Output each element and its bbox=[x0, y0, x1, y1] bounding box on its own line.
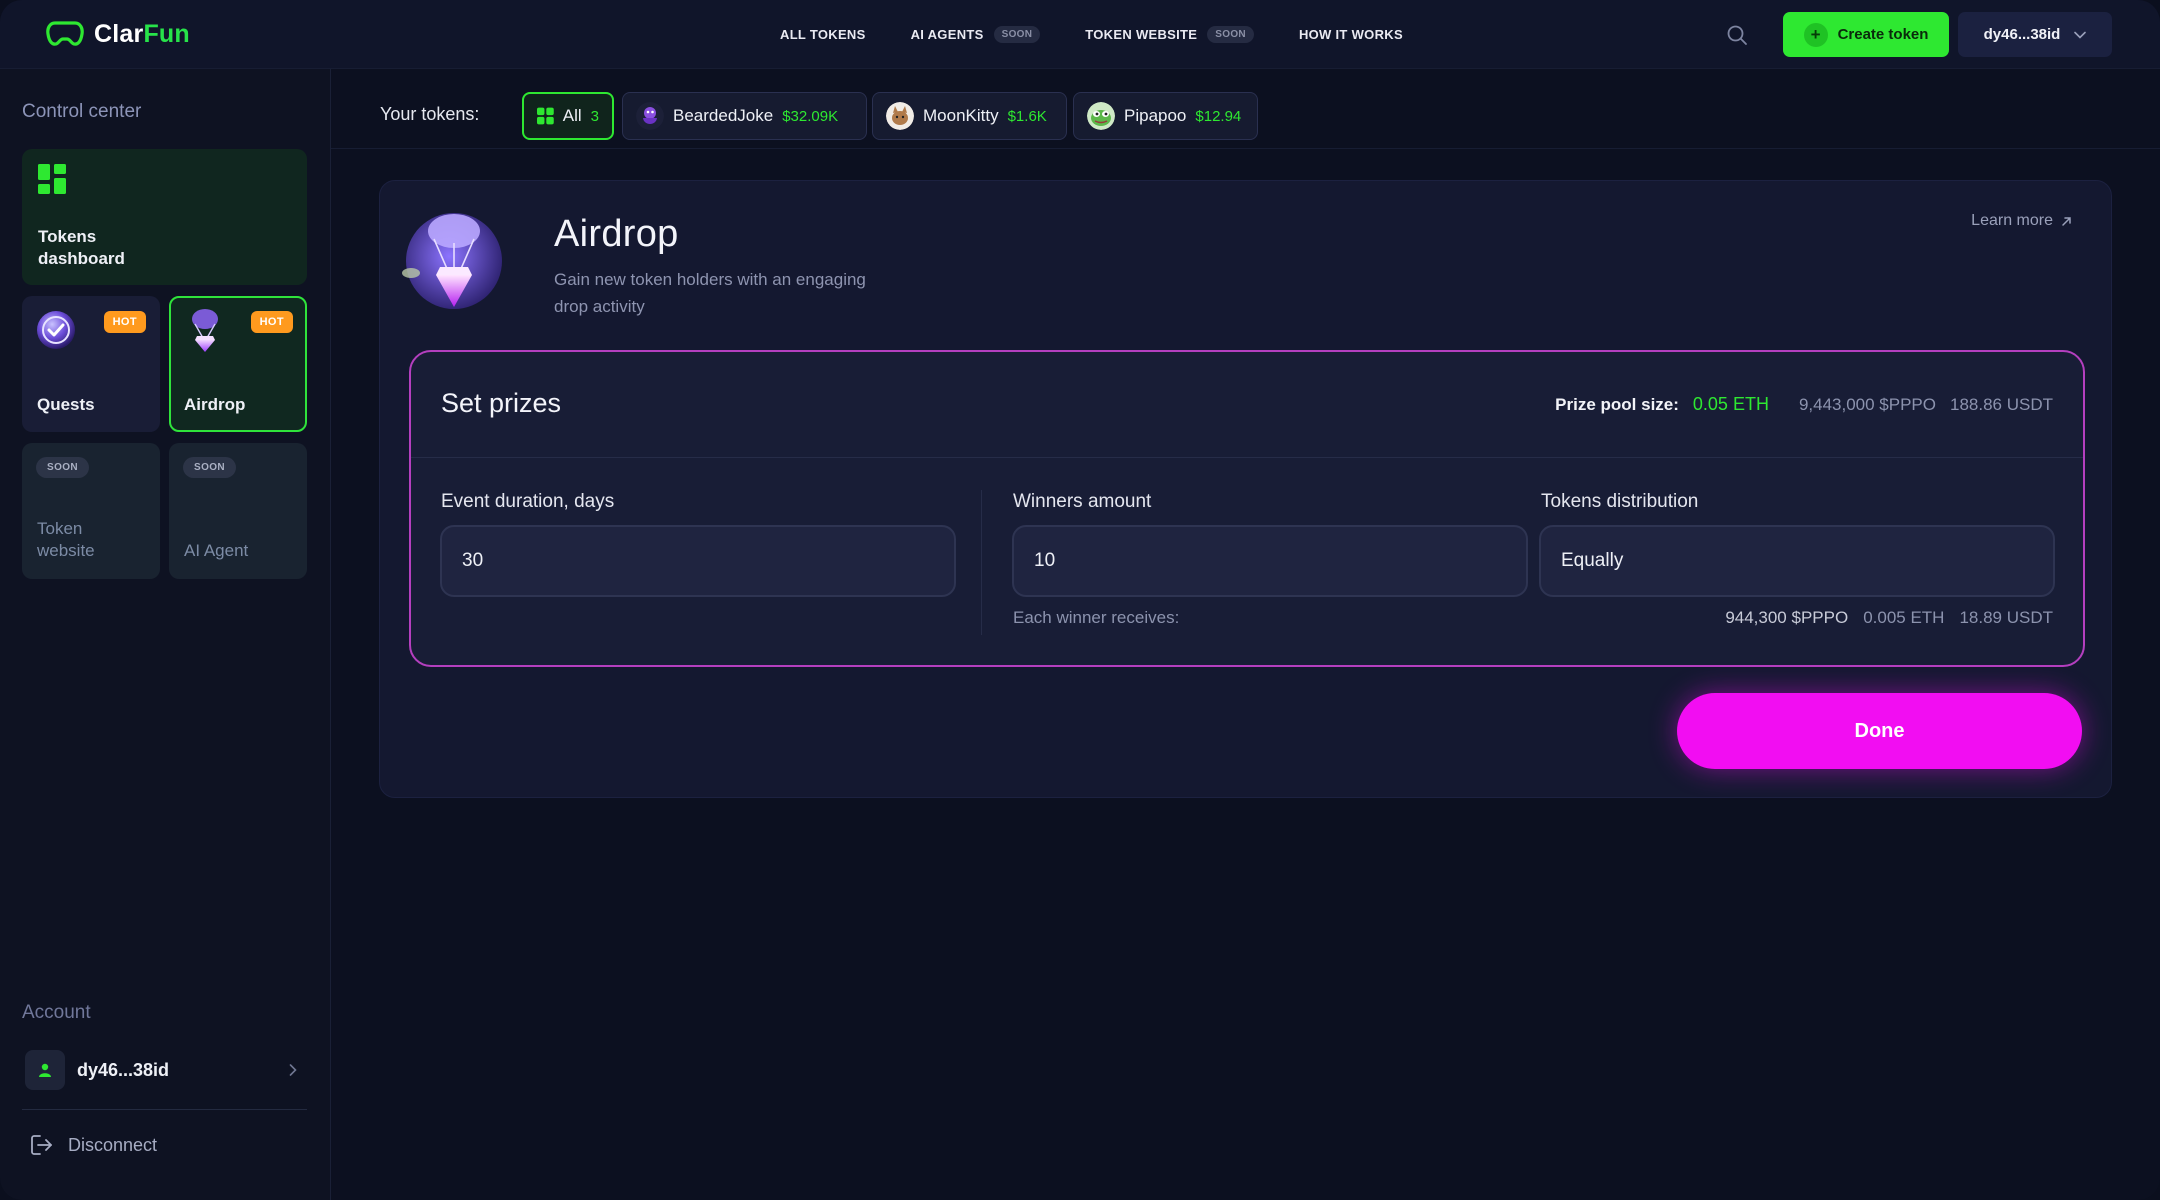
wallet-address: dy46...38id bbox=[1983, 26, 2061, 43]
hot-badge: HOT bbox=[103, 311, 146, 333]
prizes-title: Set prizes bbox=[441, 388, 562, 418]
nav-all-tokens[interactable]: ALL TOKENS bbox=[780, 27, 866, 42]
tokens-label: Your tokens: bbox=[380, 104, 480, 124]
chip-value: $12.94 bbox=[1195, 107, 1242, 125]
sidebar-card-quests[interactable]: HOT Quests bbox=[22, 296, 160, 432]
card-label: Quests bbox=[37, 395, 95, 414]
soon-badge: SOON bbox=[993, 26, 1041, 43]
quest-medal-icon bbox=[37, 311, 75, 349]
card-label: Airdrop bbox=[184, 395, 246, 414]
each-winner-label: Each winner receives: bbox=[1013, 608, 1180, 627]
prize-pool-summary: Prize pool size: 0.05 ETH 9,443,000 $PPP… bbox=[1555, 394, 2053, 415]
tokens-bar: Your tokens: All 3 BeardedJoke $32.09K M… bbox=[331, 69, 2160, 149]
chip-count: 3 bbox=[590, 107, 599, 125]
user-icon bbox=[39, 1063, 51, 1077]
hot-badge: HOT bbox=[250, 311, 293, 333]
chevron-right-icon bbox=[289, 1064, 297, 1076]
learn-more-link[interactable]: Learn more bbox=[1971, 212, 2072, 230]
prizes-header: Set prizes Prize pool size: 0.05 ETH 9,4… bbox=[411, 352, 2083, 458]
chevron-down-icon bbox=[2074, 31, 2087, 39]
chip-value: $1.6K bbox=[1007, 107, 1047, 125]
moonkitty-token-icon bbox=[886, 102, 914, 130]
duration-label: Event duration, days bbox=[441, 491, 615, 512]
sidebar-card-airdrop[interactable]: HOT Airdrop bbox=[169, 296, 307, 432]
airdrop-panel: Airdrop Gain new token holders with an e… bbox=[379, 180, 2112, 798]
top-header: ClarFun ALL TOKENS AI AGENTS SOON TOKEN W… bbox=[0, 0, 2160, 69]
learn-more-label: Learn more bbox=[1971, 212, 2053, 229]
avatar bbox=[25, 1050, 65, 1090]
nav-ai-agents[interactable]: AI AGENTS SOON bbox=[911, 26, 1041, 43]
top-nav: ALL TOKENS AI AGENTS SOON TOKEN WEBSITE SO… bbox=[780, 0, 1448, 69]
create-token-button[interactable]: + Create token bbox=[1783, 12, 1949, 57]
chip-value: $32.09K bbox=[782, 107, 839, 125]
each-usdt-amount: 18.89 USDT bbox=[1959, 608, 2053, 627]
token-chip-moonkitty[interactable]: MoonKitty $1.6K bbox=[872, 92, 1067, 140]
soon-badge: SOON bbox=[1207, 26, 1254, 43]
airdrop-gem-icon bbox=[192, 309, 218, 352]
distribution-select[interactable]: Equally bbox=[1539, 525, 2055, 597]
brand-name: ClarFun bbox=[94, 19, 190, 48]
sidebar: Control center Tokens dashboard HOT Quest… bbox=[0, 69, 331, 1200]
app-frame: ClarFun ALL TOKENS AI AGENTS SOON TOKEN W… bbox=[0, 0, 2160, 1200]
soon-badge: SOON bbox=[183, 457, 237, 478]
sidebar-title: Control center bbox=[22, 101, 142, 122]
account-name: dy46...38id bbox=[77, 1059, 170, 1080]
chip-label: BeardedJoke bbox=[673, 106, 774, 125]
token-chip-pipapoo[interactable]: Pipapoo $12.94 bbox=[1073, 92, 1258, 140]
done-button[interactable]: Done bbox=[1677, 693, 2082, 769]
each-winner-amounts: 944,300 $PPPO 0.005 ETH 18.89 USDT bbox=[1725, 608, 2053, 628]
divider bbox=[22, 1109, 307, 1110]
airdrop-illustration-icon bbox=[402, 213, 502, 309]
pool-usdt-amount: 188.86 USDT bbox=[1950, 394, 2053, 414]
chip-label: Pipapoo bbox=[1124, 106, 1187, 125]
disconnect-label: Disconnect bbox=[68, 1134, 158, 1155]
duration-input[interactable]: 30 bbox=[440, 525, 956, 597]
token-chip-beardedjoke[interactable]: BeardedJoke $32.09K bbox=[622, 92, 867, 140]
grid-icon bbox=[537, 107, 554, 125]
disconnect-button[interactable]: Disconnect bbox=[30, 1127, 157, 1163]
search-icon bbox=[1727, 25, 1747, 45]
distribution-label: Tokens distribution bbox=[1541, 491, 1699, 512]
search-button[interactable] bbox=[1726, 24, 1748, 46]
sidebar-card-tokens-dashboard[interactable]: Tokens dashboard bbox=[22, 149, 307, 285]
chip-label: MoonKitty bbox=[923, 106, 999, 125]
plus-icon: + bbox=[1803, 22, 1828, 47]
nav-how-it-works[interactable]: HOW IT WORKS bbox=[1299, 27, 1403, 42]
card-label: Tokens dashboard bbox=[38, 227, 125, 268]
dashboard-grid-icon bbox=[38, 164, 66, 194]
each-token-amount: 944,300 $PPPO bbox=[1725, 608, 1849, 627]
nav-token-website[interactable]: TOKEN WEBSITE SOON bbox=[1085, 26, 1254, 43]
account-row[interactable]: dy46...38id bbox=[22, 1047, 307, 1093]
create-token-label: Create token bbox=[1837, 26, 1929, 43]
panel-title: Airdrop bbox=[554, 213, 679, 255]
soon-badge: SOON bbox=[36, 457, 90, 478]
bearded-joke-token-icon bbox=[636, 102, 664, 130]
pool-token-amount: 9,443,000 $PPPO bbox=[1798, 394, 1936, 414]
divider bbox=[981, 490, 982, 635]
panel-description: Gain new token holders with an engaging d… bbox=[554, 270, 866, 316]
each-eth-amount: 0.005 ETH bbox=[1863, 608, 1945, 627]
winners-input[interactable]: 10 bbox=[1012, 525, 1528, 597]
logo[interactable]: ClarFun bbox=[46, 18, 190, 50]
token-chip-all[interactable]: All 3 bbox=[522, 92, 614, 140]
card-label: AI Agent bbox=[184, 541, 249, 560]
pool-label: Prize pool size: bbox=[1555, 394, 1679, 414]
gamepad-logo-icon bbox=[46, 21, 84, 46]
sidebar-card-token-website[interactable]: SOON Token website bbox=[22, 443, 160, 579]
logout-icon bbox=[31, 1135, 52, 1155]
arrow-up-right-icon bbox=[2062, 216, 2071, 226]
sidebar-card-ai-agent[interactable]: SOON AI Agent bbox=[169, 443, 307, 579]
card-label: Token website bbox=[37, 519, 95, 560]
set-prizes-box: Set prizes Prize pool size: 0.05 ETH 9,4… bbox=[409, 350, 2085, 667]
chip-label: All bbox=[562, 106, 582, 125]
account-title: Account bbox=[22, 1002, 91, 1023]
pool-eth: 0.05 ETH bbox=[1692, 394, 1769, 414]
wallet-dropdown[interactable]: dy46...38id bbox=[1958, 12, 2112, 57]
pipapoo-token-icon bbox=[1087, 102, 1115, 130]
winners-label: Winners amount bbox=[1013, 491, 1152, 512]
